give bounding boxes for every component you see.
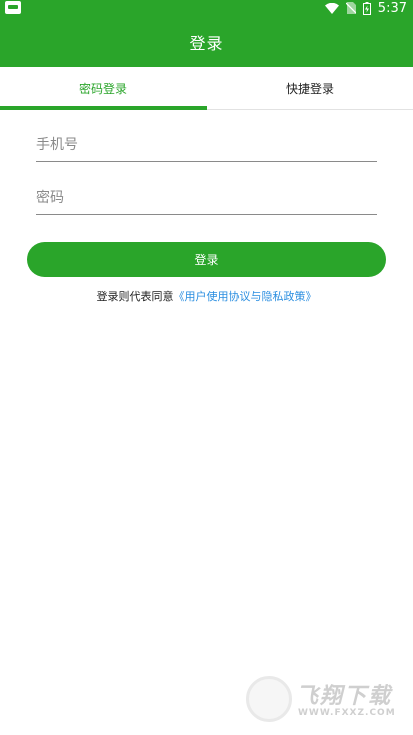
tab-quick-login-label: 快捷登录 [285, 81, 334, 96]
status-time: 5:37 [377, 0, 407, 16]
password-input[interactable] [36, 181, 377, 214]
watermark: 飞翔下载 WWW.FXXZ.COM [246, 676, 406, 722]
agreement-text: 登录则代表同意《用户使用协议与隐私政策》 [0, 288, 413, 304]
app-notification-icon [5, 1, 21, 14]
tab-password-login[interactable]: 密码登录 [0, 67, 206, 109]
agreement-prefix: 登录则代表同意 [96, 290, 174, 303]
page-title: 登录 [189, 33, 224, 53]
wifi-icon [324, 2, 339, 14]
no-sim-icon [345, 2, 356, 14]
tab-indicator [0, 106, 207, 110]
password-field [36, 181, 377, 215]
phone-input[interactable] [36, 128, 377, 161]
tab-quick-login[interactable]: 快捷登录 [207, 67, 413, 109]
user-agreement-link[interactable]: 《用户使用协议与隐私政策》 [174, 290, 317, 303]
login-button[interactable]: 登录 [27, 242, 386, 277]
watermark-logo-icon [246, 676, 292, 722]
watermark-title: 飞翔下载 [296, 684, 393, 709]
battery-icon [362, 1, 371, 15]
watermark-url: WWW.FXXZ.COM [298, 708, 396, 718]
login-tabs: 密码登录 快捷登录 [0, 67, 413, 110]
app-bar: 登录 [0, 16, 413, 67]
status-indicators: 5:37 [324, 0, 407, 16]
tab-password-login-label: 密码登录 [78, 81, 127, 96]
phone-field [36, 128, 377, 162]
status-bar: 5:37 [0, 0, 413, 16]
